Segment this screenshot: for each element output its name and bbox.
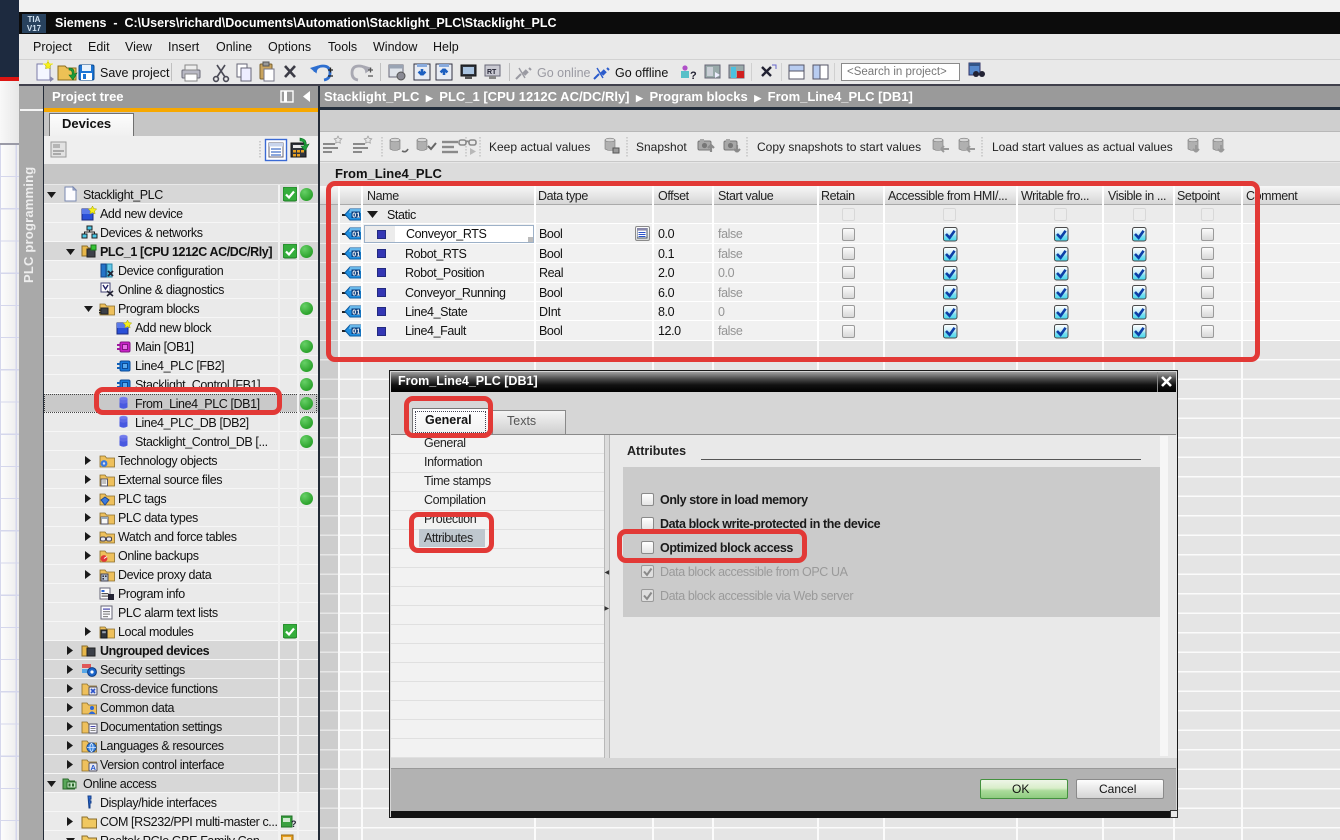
svg-text:?: ? (291, 819, 297, 829)
svg-text:Load start values as actual va: Load start values as actual values (992, 140, 1173, 154)
svg-text:Keep actual values: Keep actual values (489, 140, 590, 154)
svg-text:RT: RT (487, 69, 497, 76)
svg-text:Snapshot: Snapshot (636, 140, 687, 154)
svg-text:Go online: Go online (537, 66, 591, 80)
svg-text:?: ? (690, 70, 697, 82)
svg-text:Copy snapshots to start values: Copy snapshots to start values (757, 140, 921, 154)
svg-text:Save project: Save project (100, 66, 170, 80)
svg-text:A: A (91, 763, 97, 772)
svg-text:Go offline: Go offline (615, 66, 668, 80)
